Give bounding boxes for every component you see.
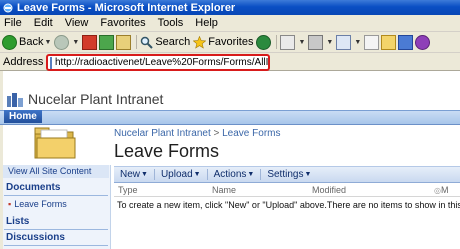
refresh-icon[interactable] xyxy=(99,34,115,50)
nav-divider xyxy=(4,245,108,246)
mail-button[interactable]: ▼ xyxy=(280,34,305,50)
menu-favorites[interactable]: Favorites xyxy=(94,17,151,29)
actions-dropdown-icon: ▼ xyxy=(247,171,255,178)
column-header-modified-by-label: M xyxy=(440,185,449,195)
new-label: New xyxy=(120,169,141,180)
nav-item-leave-forms-label: Leave Forms xyxy=(14,199,67,209)
actions-menu-button[interactable]: Actions ▼ xyxy=(208,169,261,180)
menu-help[interactable]: Help xyxy=(189,17,224,29)
edit-dropdown-icon[interactable]: ▼ xyxy=(354,39,361,46)
favorites-star-icon xyxy=(192,35,207,49)
search-icon xyxy=(140,36,154,49)
title-bar: Leave Forms - Microsoft Internet Explore… xyxy=(0,0,460,15)
upload-label: Upload xyxy=(160,169,193,180)
window-title: Leave Forms - Microsoft Internet Explore… xyxy=(17,1,236,14)
column-header-name[interactable]: Name xyxy=(212,185,236,195)
address-label: Address xyxy=(3,55,44,68)
search-label: Search xyxy=(155,36,191,48)
page-title: Leave Forms xyxy=(114,141,220,161)
upload-dropdown-icon: ▼ xyxy=(193,171,201,178)
menu-view[interactable]: View xyxy=(59,17,95,29)
stop-icon[interactable] xyxy=(82,34,98,50)
breadcrumb-site-link[interactable]: Nucelar Plant Intranet xyxy=(114,128,211,139)
nav-heading-discussions[interactable]: Discussions xyxy=(6,232,65,243)
document-library-folder-icon xyxy=(33,126,77,160)
favorites-label: Favorites xyxy=(208,36,254,48)
empty-list-message: To create a new item, click "New" or "Up… xyxy=(117,200,460,210)
messenger-icon[interactable] xyxy=(398,34,414,50)
top-nav-bar xyxy=(0,110,460,125)
address-url: http://radioactivenet/Leave%20Forms/Form… xyxy=(55,57,269,68)
actions-label: Actions xyxy=(213,169,247,180)
menu-tools[interactable]: Tools xyxy=(152,17,190,29)
back-label: Back xyxy=(19,36,44,48)
sort-indicator-icon: ◎ xyxy=(434,186,441,195)
header-divider xyxy=(114,196,460,197)
column-header-modified-by[interactable]: ◎M xyxy=(434,185,448,195)
toolbar-separator xyxy=(136,35,138,49)
forward-button[interactable]: ▼ xyxy=(54,34,79,50)
home-icon[interactable] xyxy=(116,34,132,50)
nav-heading-lists[interactable]: Lists xyxy=(6,216,29,227)
upload-menu-button[interactable]: Upload ▼ xyxy=(155,169,207,180)
nav-item-leave-forms[interactable]: ▪ Leave Forms xyxy=(8,199,67,209)
breadcrumb-separator: > xyxy=(213,128,220,139)
forward-arrow-icon xyxy=(54,34,70,50)
view-all-site-content-link[interactable]: View All Site Content xyxy=(3,165,109,178)
toolbar-separator xyxy=(276,35,278,49)
list-toolbar: New ▼ Upload ▼ Actions ▼ Settings ▼ xyxy=(114,166,460,183)
site-title[interactable]: Nucelar Plant Intranet xyxy=(28,91,163,107)
nav-divider xyxy=(4,195,108,196)
nav-divider xyxy=(4,229,108,230)
settings-menu-button[interactable]: Settings ▼ xyxy=(261,169,317,180)
bullet-icon: ▪ xyxy=(8,199,12,209)
mail-icon xyxy=(280,34,296,50)
menu-file[interactable]: File xyxy=(0,17,28,29)
column-header-type[interactable]: Type xyxy=(118,185,138,195)
settings-dropdown-icon: ▼ xyxy=(304,171,312,178)
new-dropdown-icon: ▼ xyxy=(141,171,148,178)
edit-icon[interactable] xyxy=(336,34,352,50)
folder-icon[interactable] xyxy=(381,34,397,50)
menu-bar: File Edit View Favorites Tools Help xyxy=(0,15,460,32)
breadcrumb: Nucelar Plant Intranet > Leave Forms xyxy=(114,128,280,139)
list-column-headers: Type Name Modified ◎M xyxy=(114,183,460,195)
history-icon[interactable] xyxy=(256,34,272,50)
print-icon[interactable] xyxy=(308,34,324,50)
discuss-icon[interactable] xyxy=(364,34,380,50)
menu-edit[interactable]: Edit xyxy=(28,17,59,29)
favorites-button[interactable]: Favorites xyxy=(192,35,254,49)
nav-heading-documents[interactable]: Documents xyxy=(6,182,60,193)
toolbar: Back ▼ ▼ Search Favorites ▼ ▼ ▼ xyxy=(0,32,460,53)
column-header-modified[interactable]: Modified xyxy=(312,185,346,195)
back-dropdown-icon[interactable]: ▼ xyxy=(44,39,51,46)
search-button[interactable]: Search xyxy=(140,36,190,49)
breadcrumb-current[interactable]: Leave Forms xyxy=(222,128,280,139)
ie-icon xyxy=(3,3,13,13)
address-input[interactable]: http://radioactivenet/Leave%20Forms/Form… xyxy=(46,54,270,71)
print-dropdown-icon[interactable]: ▼ xyxy=(326,39,333,46)
sharepoint-logo-icon xyxy=(6,92,24,108)
page-icon xyxy=(50,56,52,69)
settings-label: Settings xyxy=(267,169,304,180)
address-bar: Address http://radioactivenet/Leave%20Fo… xyxy=(0,53,460,71)
research-icon[interactable] xyxy=(415,34,431,50)
forward-dropdown-icon[interactable]: ▼ xyxy=(72,39,79,46)
back-arrow-icon xyxy=(2,34,17,50)
tab-home[interactable]: Home xyxy=(4,110,42,123)
new-menu-button[interactable]: New ▼ xyxy=(114,169,154,180)
back-button[interactable]: Back ▼ xyxy=(2,34,51,50)
mail-dropdown-icon[interactable]: ▼ xyxy=(298,39,305,46)
